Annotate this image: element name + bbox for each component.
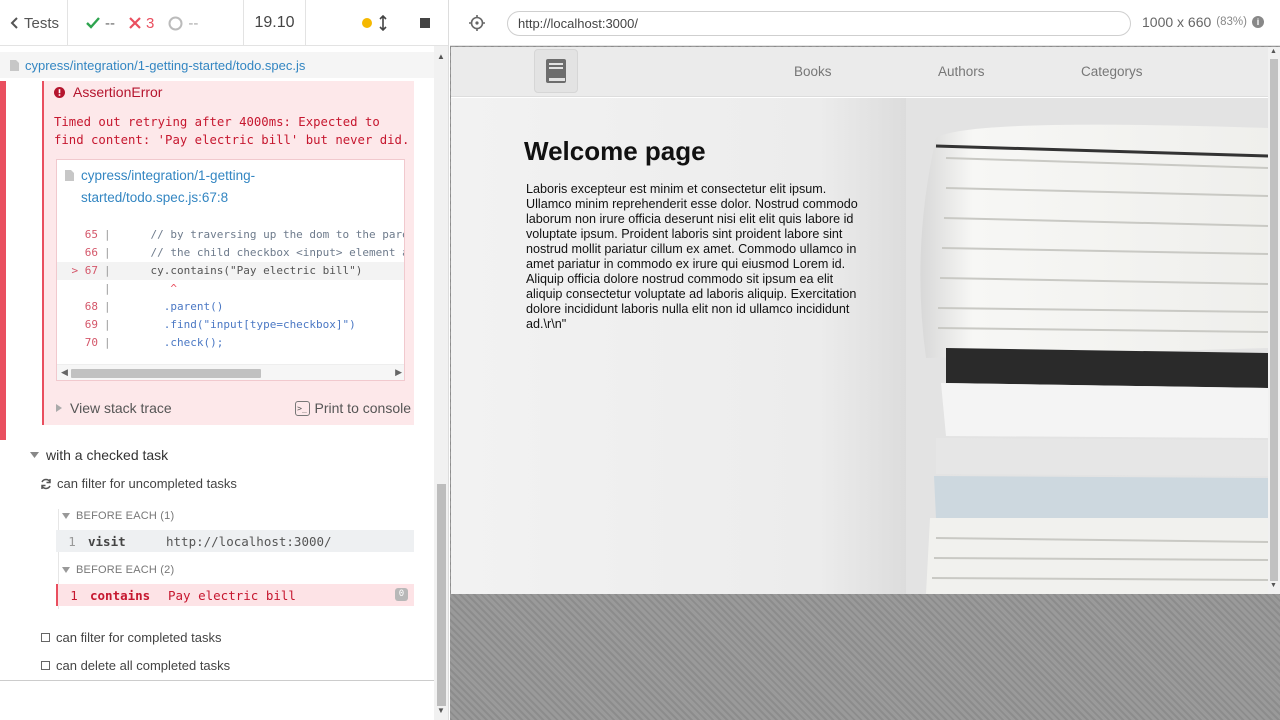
pending-checkbox-icon <box>41 633 50 642</box>
failed-test: AssertionError Timed out retrying after … <box>0 81 434 440</box>
app-scrollbar[interactable]: ▲ ▼ <box>1268 47 1280 594</box>
viewport-size: 1000 x 660 <box>1142 14 1212 30</box>
stats: -- 3 -- <box>68 0 244 46</box>
code-line: 66 | // the child checkbox <input> elemen… <box>84 246 405 259</box>
scroll-down-icon[interactable]: ▼ <box>1270 582 1277 589</box>
scroll-up-icon[interactable]: ▲ <box>1270 48 1277 55</box>
pending-count: -- <box>188 14 199 32</box>
duration: 19.10 <box>244 0 306 46</box>
view-stack-trace-label: View stack trace <box>70 400 172 416</box>
code-line: 69 | .find("input[type=checkbox]") <box>84 318 356 331</box>
aut-header: http://localhost:3000/ 1000 x 660 (83%) … <box>450 0 1280 46</box>
nav-books-link[interactable]: Books <box>794 64 832 79</box>
refresh-icon <box>41 478 51 489</box>
pending-checkbox-icon <box>41 661 50 670</box>
console-icon: >_ <box>294 400 310 416</box>
spec-path-bar: cypress/integration/1-getting-started/to… <box>0 52 436 78</box>
code-line: 68 | .parent() <box>84 300 224 313</box>
scrollbar-thumb[interactable] <box>437 484 446 706</box>
book-stack-image <box>906 98 1268 594</box>
passed-count: -- <box>105 14 115 32</box>
url-field[interactable]: http://localhost:3000/ <box>507 11 1131 36</box>
code-lines: 65 | // by traversing up the dom to the p… <box>57 226 405 352</box>
suite-title[interactable]: with a checked task <box>30 447 168 463</box>
test-item-completed[interactable]: can filter for completed tasks <box>41 630 221 645</box>
running-dot-icon <box>362 18 372 28</box>
app-iframe: Books Authors Categorys Welcome page Lab… <box>451 47 1280 594</box>
code-line: 65 | // by traversing up the dom to the p… <box>84 228 405 241</box>
code-line: 70 | .check(); <box>84 336 224 349</box>
code-line: | ^ <box>104 282 177 295</box>
element-count-badge: 0 <box>395 588 408 601</box>
caret-down-icon <box>30 452 39 458</box>
caret-right-icon <box>56 404 62 412</box>
scroll-up-icon[interactable]: ▲ <box>437 52 445 61</box>
code-horizontal-scrollbar[interactable]: ◀ ▶ <box>57 364 404 380</box>
print-to-console-label: Print to console <box>314 400 412 416</box>
failure-strip <box>0 81 6 440</box>
code-frame-file-link[interactable]: cypress/integration/1-getting-started/to… <box>65 165 401 209</box>
tests-label: Tests <box>24 14 60 32</box>
site-navbar: Books Authors Categorys <box>451 47 1268 97</box>
nav-categorys-link[interactable]: Categorys <box>1081 64 1143 79</box>
reporter-footer <box>0 680 434 720</box>
file-icon <box>10 59 19 71</box>
nav-authors-link[interactable]: Authors <box>938 64 985 79</box>
hook-before-each-2[interactable]: BEFORE EACH (2) <box>62 564 174 576</box>
viewport-info[interactable]: 1000 x 660 (83%) i <box>1142 14 1264 30</box>
welcome-title: Welcome page <box>524 136 706 166</box>
scroll-right-icon[interactable]: ▶ <box>395 367 402 378</box>
scroll-down-icon[interactable]: ▼ <box>437 706 445 715</box>
error-icon <box>54 86 65 98</box>
site-logo[interactable] <box>534 49 578 93</box>
command-contains[interactable]: 1 contains Pay electric bill 0 <box>56 584 414 606</box>
caret-down-icon <box>62 513 70 519</box>
runnables-list: AssertionError Timed out retrying after … <box>0 81 434 681</box>
caret-down-icon <box>62 567 70 573</box>
hero-section: Welcome page Laboris excepteur est minim… <box>451 98 1268 594</box>
error-name: AssertionError <box>73 84 163 100</box>
scroll-left-icon[interactable]: ◀ <box>61 367 68 378</box>
chevron-left-icon <box>10 17 18 29</box>
resize-icon[interactable] <box>379 15 387 31</box>
passed-stat[interactable]: -- <box>86 15 115 32</box>
error-panel: AssertionError Timed out retrying after … <box>42 81 414 425</box>
failed-count: 3 <box>146 14 155 32</box>
file-icon <box>65 170 74 181</box>
code-frame: cypress/integration/1-getting-started/to… <box>56 159 405 381</box>
running-test-title: can filter for uncompleted tasks <box>57 476 237 491</box>
error-header: AssertionError <box>54 81 162 103</box>
viewport-scale: (83%) <box>1216 16 1247 28</box>
spec-path-link[interactable]: cypress/integration/1-getting-started/to… <box>25 58 305 73</box>
suite-title-text: with a checked task <box>46 447 169 463</box>
view-stack-trace-toggle[interactable]: View stack trace <box>56 400 172 416</box>
aut-panel: http://localhost:3000/ 1000 x 660 (83%) … <box>450 0 1280 720</box>
info-icon: i <box>1251 16 1264 28</box>
pending-stat[interactable]: -- <box>168 15 198 32</box>
test-item-delete-completed[interactable]: can delete all completed tasks <box>41 658 230 673</box>
code-file-path: cypress/integration/1-getting-started/to… <box>81 168 256 205</box>
stop-icon[interactable] <box>420 18 430 28</box>
tests-button[interactable]: Tests <box>0 0 68 46</box>
command-visit[interactable]: 1 visit http://localhost:3000/ <box>56 530 414 552</box>
reporter-scrollbar[interactable]: ▲ ▼ <box>434 46 448 720</box>
book-icon <box>546 59 566 83</box>
code-line-highlighted: > 67 | cy.contains("Pay electric bill") <box>57 262 404 280</box>
check-icon <box>86 17 100 29</box>
reporter-panel: Tests -- 3 -- 19.10 cypress/integration/… <box>0 0 449 720</box>
selector-playground-icon[interactable] <box>468 14 486 32</box>
running-test[interactable]: can filter for uncompleted tasks <box>40 476 237 491</box>
error-actions: View stack trace >_ Print to console <box>56 397 411 419</box>
scrollbar-thumb[interactable] <box>71 369 261 378</box>
error-message: Timed out retrying after 4000ms: Expecte… <box>54 115 410 147</box>
reporter-header: Tests -- 3 -- 19.10 <box>0 0 448 46</box>
circle-pending-icon <box>168 16 183 30</box>
welcome-text: Laboris excepteur est minim et consectet… <box>526 182 858 331</box>
x-icon <box>129 17 141 29</box>
print-to-console-button[interactable]: >_ Print to console <box>294 400 412 416</box>
run-controls <box>306 0 448 46</box>
scrollbar-thumb[interactable] <box>1270 59 1278 581</box>
failed-stat[interactable]: 3 <box>129 15 154 32</box>
hook-before-each-1[interactable]: BEFORE EACH (1) <box>62 510 174 522</box>
